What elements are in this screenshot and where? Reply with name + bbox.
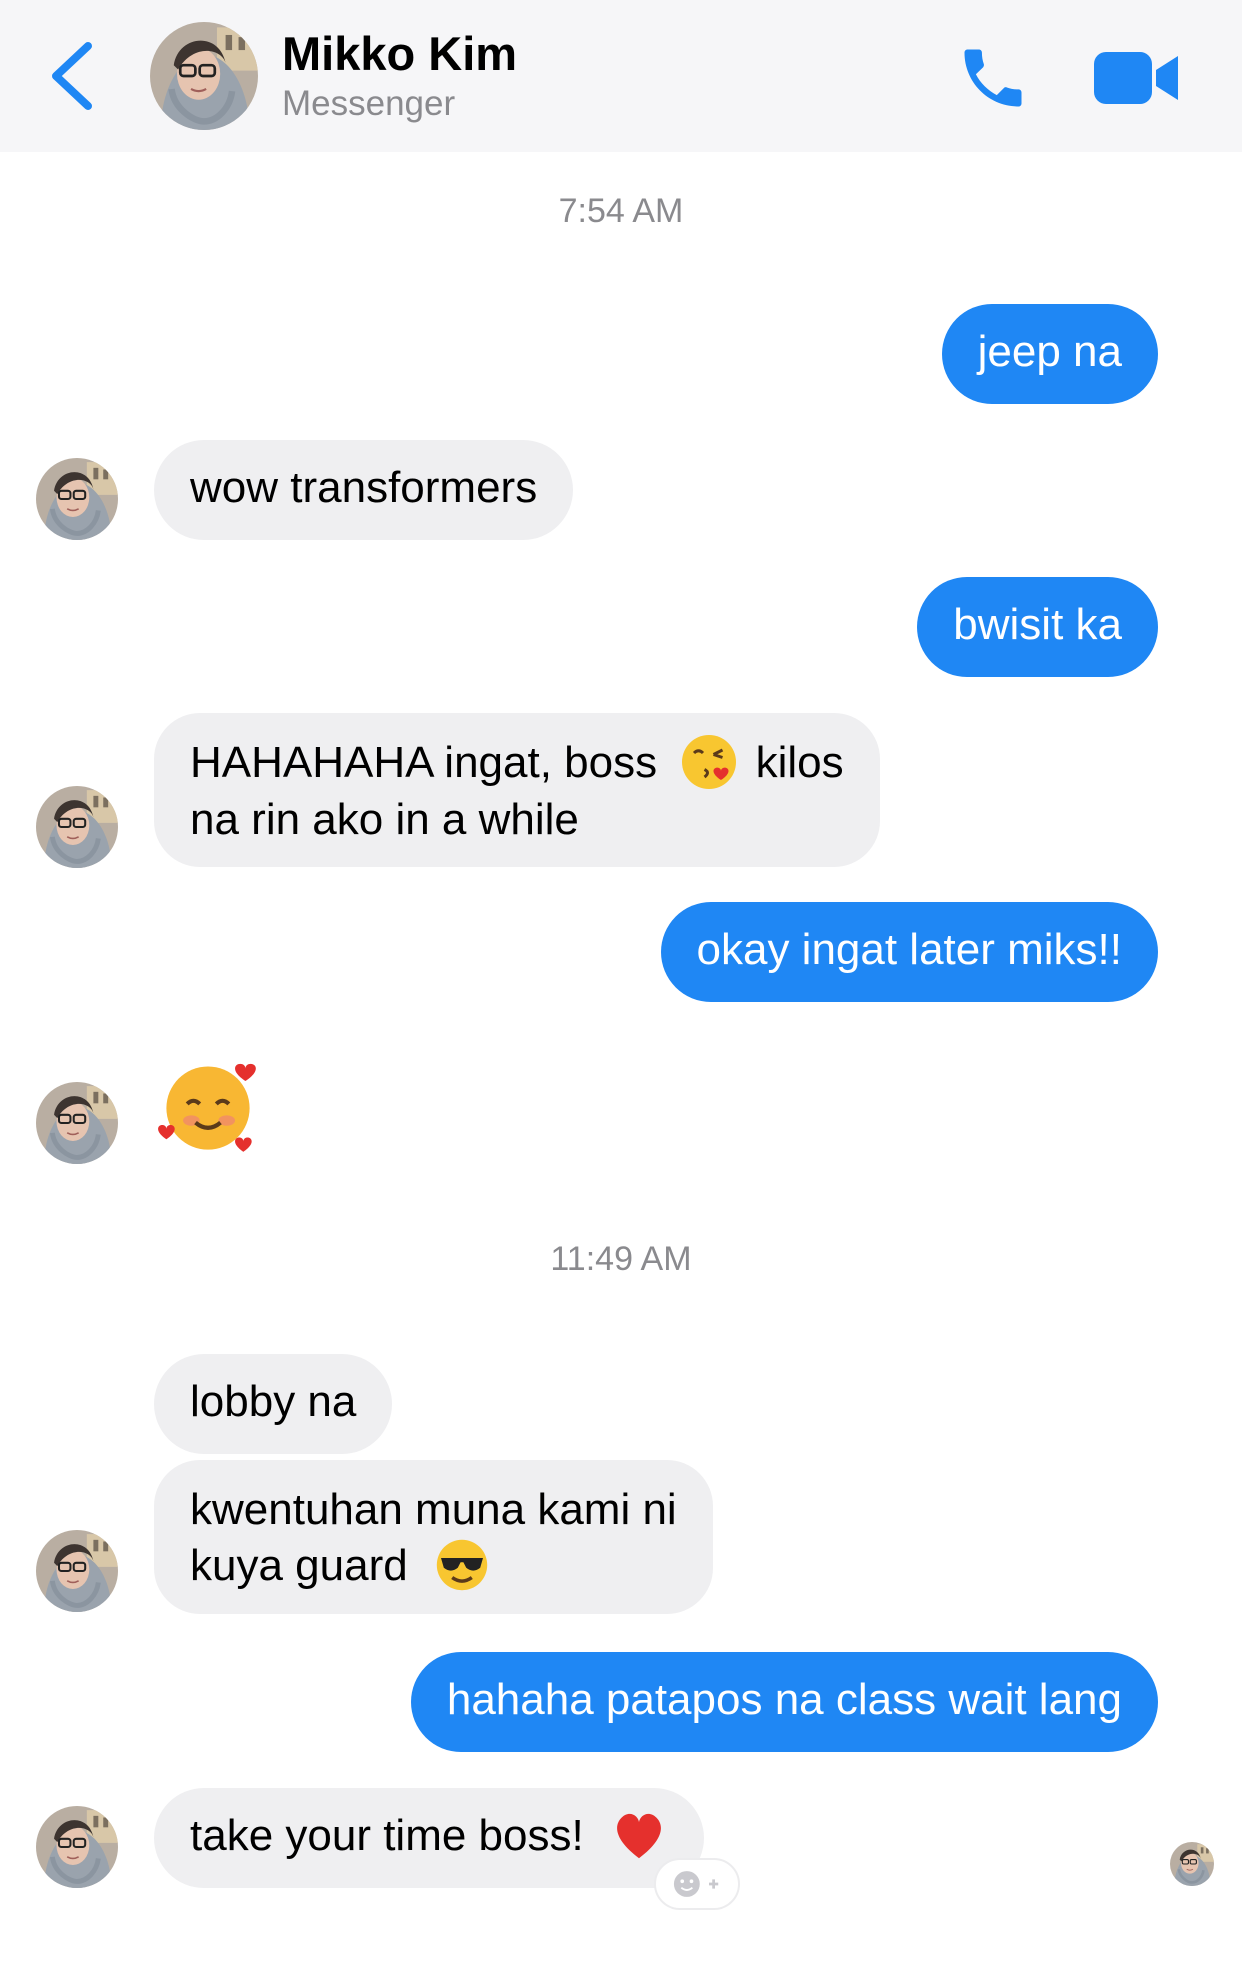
chat-header: Mikko Kim Messenger [0, 0, 1242, 152]
contact-name[interactable]: Mikko Kim [282, 26, 517, 81]
red-heart-emoji [617, 1814, 661, 1859]
outgoing-message[interactable]: jeep na [941, 304, 1158, 404]
incoming-message[interactable]: kwentuhan muna kami ni kuya guard [154, 1460, 713, 1614]
sender-avatar[interactable] [36, 1082, 118, 1164]
chevron-left-icon [52, 42, 92, 110]
sunglasses-face-emoji [436, 1540, 488, 1591]
message-text: kuya guard [190, 1541, 408, 1590]
contact-subtitle: Messenger [282, 84, 456, 123]
sender-avatar[interactable] [36, 786, 118, 868]
video-camera-icon [1094, 52, 1178, 104]
sender-avatar[interactable] [36, 1806, 118, 1888]
back-button[interactable] [44, 40, 104, 112]
message-text: take your time boss! [190, 1811, 584, 1860]
outgoing-message[interactable]: okay ingat later miks!! [660, 902, 1158, 1002]
phone-icon [964, 49, 1022, 107]
timestamp: 7:54 AM [558, 192, 684, 230]
message-text: HAHAHAHA ingat, boss [190, 738, 658, 787]
smiling-face-with-hearts-emoji[interactable] [156, 1054, 260, 1158]
contact-avatar[interactable] [150, 22, 258, 130]
outgoing-message[interactable]: bwisit ka [917, 577, 1158, 677]
outgoing-message[interactable]: hahaha patapos na class wait lang [410, 1652, 1158, 1752]
message-text: kilos [755, 738, 844, 787]
kissing-face-with-heart-emoji [682, 735, 737, 790]
incoming-message[interactable]: take your time boss! [154, 1788, 704, 1888]
sender-avatar[interactable] [36, 458, 118, 540]
video-call-button[interactable] [1094, 48, 1180, 108]
message-text: kwentuhan muna kami ni [190, 1485, 677, 1534]
message-text: na rin ako in a while [190, 795, 579, 845]
incoming-message[interactable]: wow transformers [154, 440, 574, 540]
add-reaction-button[interactable] [654, 1858, 740, 1910]
call-button[interactable] [955, 40, 1031, 116]
read-receipt-avatar [1170, 1842, 1214, 1886]
add-reaction-icon [673, 1871, 719, 1897]
incoming-message[interactable]: HAHAHAHA ingat, boss kilos na rin ako in… [154, 713, 880, 867]
timestamp: 11:49 AM [550, 1240, 692, 1278]
sender-avatar[interactable] [36, 1530, 118, 1612]
incoming-message[interactable]: lobby na [154, 1354, 393, 1454]
